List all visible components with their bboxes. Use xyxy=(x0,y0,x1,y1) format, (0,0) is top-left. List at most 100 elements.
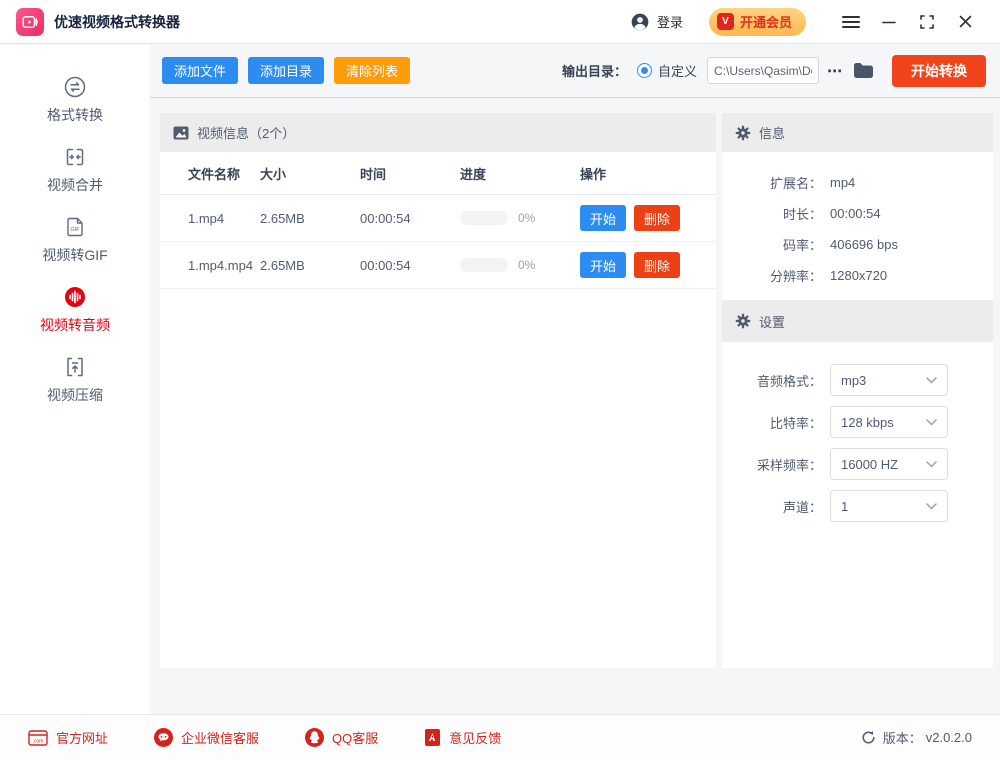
video-compress-icon xyxy=(63,355,87,379)
info-label: 时长： xyxy=(782,207,822,222)
select-value: 16000 HZ xyxy=(841,456,899,472)
footer-link-label: 意见反馈 xyxy=(449,731,502,746)
sidebar-item-label: 视频压缩 xyxy=(47,387,103,403)
settings-title: 设置 xyxy=(759,314,786,330)
info-label: 码率： xyxy=(782,238,822,253)
hamburger-icon xyxy=(842,15,860,28)
wechat-service-icon xyxy=(154,728,174,747)
delete-button[interactable]: 删除 xyxy=(634,252,681,278)
sidebar-item-video-to-audio[interactable]: 视频转音频 xyxy=(0,275,150,345)
col-operation: 操作 xyxy=(580,166,607,182)
sidebar-item-video-to-gif[interactable]: GIF 视频转GIF xyxy=(0,205,150,275)
setting-label: 音频格式： xyxy=(756,373,822,389)
col-size: 大小 xyxy=(260,166,287,182)
official-website-link[interactable]: .com 官方网址 xyxy=(28,728,108,747)
sidebar-item-label: 格式转换 xyxy=(47,107,103,123)
format-convert-icon xyxy=(63,75,87,99)
file-name: 1.mp4.mp4 xyxy=(188,257,254,273)
sidebar-item-label: 视频转GIF xyxy=(42,247,108,263)
video-merge-icon xyxy=(63,145,87,169)
add-directory-button[interactable]: 添加目录 xyxy=(248,57,325,84)
bitrate-select[interactable]: 128 kbps xyxy=(830,406,948,438)
right-panel: 信息 扩展名： mp4 时长： 00:00:54 码率： 406696 bps 分辨率… xyxy=(722,113,993,668)
info-title: 信息 xyxy=(759,126,786,141)
website-icon: .com xyxy=(28,729,48,746)
start-button[interactable]: 开始 xyxy=(580,205,627,231)
col-progress: 进度 xyxy=(460,166,487,182)
sidebar-item-format-convert[interactable]: 格式转换 xyxy=(0,65,150,135)
col-file-name: 文件名称 xyxy=(188,166,241,182)
login-button[interactable]: 登录 xyxy=(630,12,683,32)
select-value: 128 kbps xyxy=(841,414,894,430)
version-label: 版本： xyxy=(882,731,922,746)
footer: .com 官方网址 企业微信客服 QQ客服 意见反馈 版本： v2.0.2.0 xyxy=(0,714,1000,760)
table-row: 1.mp4 2.65MB 00:00:54 0% 开始 删除 xyxy=(160,195,716,242)
file-time: 00:00:54 xyxy=(360,210,411,226)
file-size: 2.65MB xyxy=(260,257,305,273)
sample-rate-select[interactable]: 16000 HZ xyxy=(830,448,948,480)
progress-percent: 0% xyxy=(518,211,536,225)
browse-more-button[interactable]: ⋯ xyxy=(827,62,843,80)
menu-button[interactable] xyxy=(832,7,870,37)
gear-icon xyxy=(735,125,751,140)
app-window: 优速视频格式转换器 登录 V 开通会员 添加文件 添加目录 清除列表 输出目录：… xyxy=(0,0,1000,760)
app-logo-icon xyxy=(16,7,44,36)
video-info-panel: 视频信息（2个） 文件名称 大小 时间 进度 操作 1.mp4 2.65MB 0… xyxy=(160,113,716,668)
footer-link-label: 官方网址 xyxy=(56,731,109,746)
refresh-icon[interactable] xyxy=(861,730,876,745)
channels-select[interactable]: 1 xyxy=(830,490,948,522)
progress-bar xyxy=(460,211,508,225)
minimize-icon xyxy=(882,21,896,23)
output-path-input[interactable] xyxy=(707,57,819,84)
select-value: 1 xyxy=(841,498,849,514)
feedback-link[interactable]: 意见反馈 xyxy=(424,728,501,747)
info-value: 1280x720 xyxy=(830,268,888,283)
setting-label: 采样频率： xyxy=(756,457,822,473)
maximize-button[interactable] xyxy=(908,7,946,37)
file-time: 00:00:54 xyxy=(360,257,411,273)
progress-bar xyxy=(460,258,508,272)
info-label: 分辨率： xyxy=(769,269,822,284)
open-vip-button[interactable]: V 开通会员 xyxy=(708,7,806,36)
output-dir-label: 输出目录： xyxy=(561,64,627,79)
setting-label: 比特率： xyxy=(769,415,822,431)
sidebar-item-label: 视频转音频 xyxy=(40,317,110,333)
footer-link-label: QQ客服 xyxy=(332,731,379,746)
version-value: v2.0.2.0 xyxy=(925,730,972,745)
info-body: 扩展名： mp4 时长： 00:00:54 码率： 406696 bps 分辨率： 12… xyxy=(722,152,993,300)
delete-button[interactable]: 删除 xyxy=(634,205,681,231)
sidebar-item-video-merge[interactable]: 视频合并 xyxy=(0,135,150,205)
audio-format-select[interactable]: mp3 xyxy=(830,364,948,396)
custom-radio[interactable] xyxy=(636,63,652,78)
svg-text:GIF: GIF xyxy=(70,227,80,233)
add-file-button[interactable]: 添加文件 xyxy=(162,57,239,84)
image-icon xyxy=(173,126,189,139)
wechat-service-link[interactable]: 企业微信客服 xyxy=(154,728,259,747)
sidebar-item-video-compress[interactable]: 视频压缩 xyxy=(0,345,150,415)
settings-header: 设置 xyxy=(722,300,993,342)
close-icon xyxy=(959,15,971,28)
qq-icon xyxy=(305,728,325,747)
start-button[interactable]: 开始 xyxy=(580,252,627,278)
info-value: 406696 bps xyxy=(830,237,898,252)
info-header: 信息 xyxy=(722,113,993,152)
info-label: 扩展名： xyxy=(769,176,822,191)
open-folder-button[interactable] xyxy=(853,62,874,79)
vip-label: 开通会员 xyxy=(739,15,792,30)
settings-body: 音频格式： mp3 比特率： 128 kbps 采样频率： 16000 HZ 声… xyxy=(722,342,993,527)
minimize-button[interactable] xyxy=(870,7,908,37)
footer-link-label: 企业微信客服 xyxy=(181,731,260,746)
table-header: 文件名称 大小 时间 进度 操作 xyxy=(160,152,716,195)
close-button[interactable] xyxy=(946,7,984,37)
folder-icon xyxy=(854,63,873,78)
file-name: 1.mp4 xyxy=(188,210,225,226)
start-convert-button[interactable]: 开始转换 xyxy=(892,54,986,87)
video-to-audio-icon xyxy=(63,285,87,309)
sidebar-item-label: 视频合并 xyxy=(47,177,103,193)
clear-list-button[interactable]: 清除列表 xyxy=(334,57,411,84)
qq-service-link[interactable]: QQ客服 xyxy=(305,728,378,747)
user-icon xyxy=(631,13,649,30)
select-value: mp3 xyxy=(841,372,867,388)
setting-label: 声道： xyxy=(782,499,822,515)
maximize-icon xyxy=(920,14,934,29)
